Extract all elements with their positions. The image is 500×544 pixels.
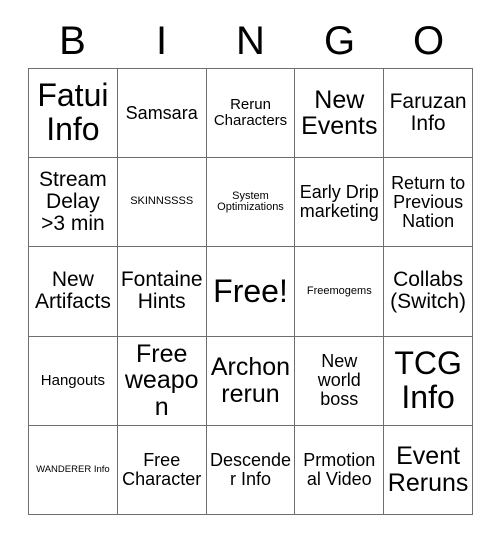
bingo-cell-r5-c5[interactable]: Event Reruns <box>384 425 473 515</box>
bingo-cell-label: Fatui Info <box>37 77 109 148</box>
bingo-header-letter-b: B <box>59 19 86 63</box>
bingo-free-space-cell[interactable]: Free! <box>206 247 296 337</box>
bingo-cell-r4-c2[interactable]: Free weapon <box>117 336 207 426</box>
bingo-cell-label: Free weapon <box>124 339 199 421</box>
bingo-cell-r2-c4[interactable]: Early Drip marketing <box>295 158 385 248</box>
bingo-header-letter-i: I <box>155 19 168 63</box>
bingo-cell-r3-c5[interactable]: Collabs (Switch) <box>384 247 473 337</box>
bingo-cell-r2-c1[interactable]: Stream Delay >3 min <box>29 158 118 248</box>
bingo-cell-label: Free Character <box>122 449 202 489</box>
bingo-cell-label: Faruzan Info <box>389 89 467 136</box>
bingo-cell-r5-c4[interactable]: Prmotional Video <box>295 425 385 515</box>
bingo-cell-label: Prmotional Video <box>303 449 376 489</box>
bingo-cell-r4-c1[interactable]: Hangouts <box>29 336 118 426</box>
bingo-cell-r1-c2[interactable]: Samsara <box>117 69 207 159</box>
bingo-grid: Fatui Info Samsara Rerun Characters New Eve… <box>28 68 473 515</box>
bingo-cell-r5-c1[interactable]: WANDERER Info <box>29 425 118 515</box>
bingo-cell-r1-c1[interactable]: Fatui Info <box>29 69 118 159</box>
bingo-cell-r2-c2[interactable]: SKINNSSSS <box>117 158 207 248</box>
bingo-cell-label: New Artifacts <box>34 268 111 314</box>
bingo-cell-r1-c3[interactable]: Rerun Characters <box>206 69 296 159</box>
bingo-cell-label: Event Reruns <box>387 442 469 497</box>
bingo-cell-r1-c4[interactable]: New Events <box>295 69 385 159</box>
bingo-cell-label: TCG Info <box>394 344 462 415</box>
bingo-cell-label: Free! <box>213 272 288 309</box>
bingo-cell-r5-c2[interactable]: Free Character <box>117 425 207 515</box>
bingo-cell-label: Descender Info <box>209 449 292 489</box>
bingo-cell-label: Hangouts <box>40 371 105 389</box>
bingo-cell-r3-c1[interactable]: New Artifacts <box>29 247 118 337</box>
bingo-cell-label: New world boss <box>317 351 361 410</box>
bingo-header-letter-o: O <box>412 19 445 63</box>
bingo-cell-label: Freemogems <box>306 284 372 297</box>
bingo-header: BINGO <box>28 14 473 68</box>
bingo-cell-r3-c2[interactable]: Fontaine Hints <box>117 247 207 337</box>
bingo-cell-label: Rerun Characters <box>213 96 288 130</box>
bingo-cell-r3-c4[interactable]: Freemogems <box>295 247 385 337</box>
bingo-cell-label: Stream Delay >3 min <box>39 167 107 236</box>
bingo-cell-r5-c3[interactable]: Descender Info <box>206 425 296 515</box>
bingo-cell-label: Archon rerun <box>210 353 291 408</box>
bingo-cell-r2-c5[interactable]: Return to Previous Nation <box>384 158 473 248</box>
bingo-cell-r2-c3[interactable]: System Optimizations <box>206 158 296 248</box>
bingo-cell-r4-c5[interactable]: TCG Info <box>384 336 473 426</box>
bingo-cell-label: Collabs (Switch) <box>390 268 467 314</box>
bingo-cell-label: Samsara <box>125 102 198 123</box>
bingo-cell-label: System Optimizations <box>217 189 284 214</box>
bingo-cell-r4-c3[interactable]: Archon rerun <box>206 336 296 426</box>
bingo-cell-label: New Events <box>301 85 378 141</box>
bingo-cell-r1-c5[interactable]: Faruzan Info <box>384 69 473 159</box>
bingo-cell-label: Fontaine Hints <box>120 268 203 314</box>
bingo-cell-label: Return to Previous Nation <box>391 172 466 231</box>
bingo-header-letter-n: N <box>236 19 265 63</box>
bingo-cell-label: SKINNSSSS <box>130 195 194 208</box>
bingo-cell-label: Early Drip marketing <box>299 182 379 222</box>
bingo-cell-label: WANDERER Info <box>36 463 110 475</box>
bingo-card: B I N G O Fatui Info Samsara Rerun Characters N… <box>0 0 500 544</box>
bingo-cell-r4-c4[interactable]: New world boss <box>295 336 385 426</box>
bingo-header-letter-g: G <box>323 19 356 63</box>
